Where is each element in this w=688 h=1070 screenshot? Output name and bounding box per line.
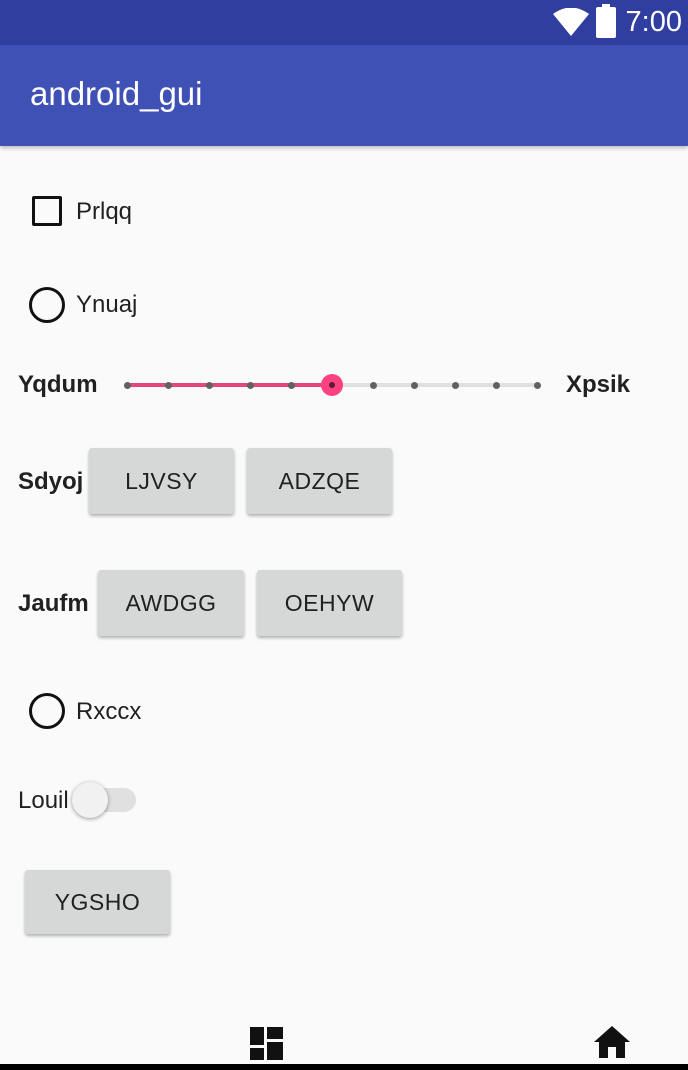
prlqq-checkbox[interactable] bbox=[32, 196, 62, 226]
ynuaj-radio[interactable] bbox=[29, 287, 65, 323]
awdgg-button[interactable]: AWDGG bbox=[98, 570, 244, 636]
seekbar-progress bbox=[127, 383, 332, 387]
battery-icon bbox=[596, 4, 616, 38]
rxccx-radio-label[interactable]: Rxccx bbox=[76, 698, 141, 726]
dashboard-icon[interactable] bbox=[250, 1027, 283, 1060]
seekbar-left-label: Yqdum bbox=[18, 371, 98, 398]
seekbar-tick bbox=[123, 381, 131, 389]
seekbar-tick bbox=[164, 381, 172, 389]
screen-bottom-edge bbox=[0, 1064, 688, 1070]
prlqq-checkbox-label[interactable]: Prlqq bbox=[76, 198, 132, 226]
home-icon[interactable] bbox=[594, 1026, 630, 1058]
sdyoj-label: Sdyoj bbox=[18, 468, 84, 495]
seekbar-tick bbox=[246, 381, 254, 389]
seekbar-tick bbox=[451, 381, 459, 389]
oehyw-button[interactable]: OEHYW bbox=[257, 570, 402, 636]
status-bar: 7:00 bbox=[0, 0, 688, 45]
app-bar: android_gui bbox=[0, 45, 688, 146]
seekbar-tick bbox=[287, 381, 295, 389]
rxccx-radio[interactable] bbox=[29, 693, 65, 729]
app-title: android_gui bbox=[30, 75, 203, 112]
adzqe-button[interactable]: ADZQE bbox=[247, 448, 392, 514]
seekbar-tick bbox=[369, 381, 377, 389]
ygsho-button[interactable]: YGSHO bbox=[25, 870, 170, 934]
louil-switch-thumb[interactable] bbox=[72, 782, 108, 818]
seekbar-right-label: Xpsik bbox=[566, 371, 631, 398]
status-time: 7:00 bbox=[625, 6, 682, 38]
wifi-icon bbox=[553, 8, 589, 36]
seekbar-tick bbox=[533, 381, 541, 389]
navigation-bar bbox=[0, 1018, 688, 1070]
louil-switch-label: Louil bbox=[18, 787, 69, 814]
seekbar-tick bbox=[492, 381, 500, 389]
ljvsy-button[interactable]: LJVSY bbox=[89, 448, 234, 514]
jaufm-label: Jaufm bbox=[18, 590, 89, 617]
seekbar-tick bbox=[410, 381, 418, 389]
seekbar-thumb[interactable] bbox=[321, 374, 343, 396]
ynuaj-radio-label[interactable]: Ynuaj bbox=[76, 291, 137, 319]
seekbar-tick bbox=[205, 381, 213, 389]
